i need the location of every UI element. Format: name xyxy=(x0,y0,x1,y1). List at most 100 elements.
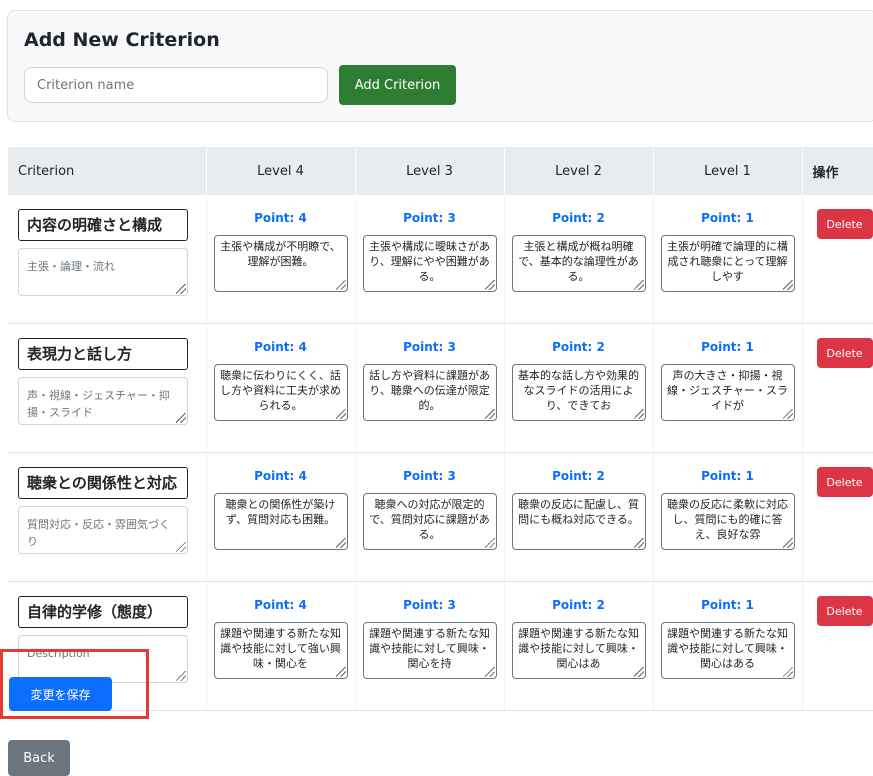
level-cell: Point: 2 主張と構成が概ね明確で、基本的な論理性がある。 xyxy=(504,195,654,324)
level-cell: Point: 3 主張や構成に曖昧さがあり、理解にやや困難がある。 xyxy=(355,195,505,324)
add-criterion-panel: Add New Criterion Add Criterion xyxy=(7,10,873,122)
level-cell: Point: 2 基本的な話し方や効果的なスライドの活用により、できてお xyxy=(504,323,654,453)
point-label: Point: 3 xyxy=(403,598,456,612)
level-cell: Point: 2 聴衆の反応に配慮し、質問にも概ね対応できる。 xyxy=(504,452,654,582)
criterion-description-text: 質問対応・反応・雰囲気づくり xyxy=(27,518,170,548)
resize-handle-icon[interactable] xyxy=(782,538,793,548)
level-description-text: 課題や関連する新たな知識や技能に対して興味・関心はある xyxy=(667,627,788,670)
header-criterion: Criterion xyxy=(8,147,207,195)
back-button[interactable]: Back xyxy=(8,740,70,776)
level-description-text: 聴衆の反応に柔軟に対応し、質問にも的確に答え、良好な雰 xyxy=(667,498,788,541)
actions-cell: Delete xyxy=(802,323,873,453)
resize-handle-icon[interactable] xyxy=(633,280,644,290)
level-cell: Point: 3 話し方や資料に課題があり、聴衆への伝達が限定的。 xyxy=(355,323,505,453)
resize-handle-icon[interactable] xyxy=(633,409,644,419)
header-level-2: Level 2 xyxy=(504,147,654,195)
criterion-name-input[interactable] xyxy=(24,67,328,103)
resize-handle-icon[interactable] xyxy=(176,671,186,681)
actions-cell: Delete xyxy=(802,581,873,711)
level-description-field[interactable]: 課題や関連する新たな知識や技能に対して興味・関心はあ xyxy=(511,622,646,679)
criterion-name-field[interactable]: 内容の明確さと構成 xyxy=(18,209,188,241)
criterion-cell: 聴衆との関係性と対応質問対応・反応・雰囲気づくり xyxy=(8,452,207,582)
resize-handle-icon[interactable] xyxy=(484,409,495,419)
resize-handle-icon[interactable] xyxy=(484,538,495,548)
level-description-field[interactable]: 課題や関連する新たな知識や技能に対して興味・関心はある xyxy=(660,622,795,679)
resize-handle-icon[interactable] xyxy=(176,413,186,423)
point-label: Point: 1 xyxy=(701,340,754,354)
level-cell: Point: 4 聴衆との関係性が築けず、質問対応も困難。 xyxy=(206,452,356,582)
point-label: Point: 1 xyxy=(701,598,754,612)
delete-button[interactable]: Delete xyxy=(816,467,873,497)
add-criterion-button[interactable]: Add Criterion xyxy=(339,65,456,105)
resize-handle-icon[interactable] xyxy=(782,409,793,419)
table-row: 表現力と話し方声・視線・ジェスチャー・抑揚・スライド Point: 4 聴衆に伝わり… xyxy=(8,323,873,453)
level-description-field[interactable]: 聴衆に伝わりにくく、話し方や資料に工夫が求められる。 xyxy=(213,364,348,421)
level-description-field[interactable]: 聴衆の反応に柔軟に対応し、質問にも的確に答え、良好な雰 xyxy=(660,493,795,550)
resize-handle-icon[interactable] xyxy=(176,542,186,552)
resize-handle-icon[interactable] xyxy=(633,538,644,548)
level-description-text: 基本的な話し方や効果的なスライドの活用により、できてお xyxy=(518,369,639,412)
point-label: Point: 2 xyxy=(552,469,605,483)
level-description-field[interactable]: 話し方や資料に課題があり、聴衆への伝達が限定的。 xyxy=(362,364,497,421)
resize-handle-icon[interactable] xyxy=(176,284,186,294)
level-cell: Point: 3 課題や関連する新たな知識や技能に対して興味・関心を持 xyxy=(355,581,505,711)
level-description-field[interactable]: 基本的な話し方や効果的なスライドの活用により、できてお xyxy=(511,364,646,421)
resize-handle-icon[interactable] xyxy=(335,280,346,290)
resize-handle-icon[interactable] xyxy=(782,667,793,677)
criterion-name-field[interactable]: 聴衆との関係性と対応 xyxy=(18,467,188,499)
level-description-field[interactable]: 主張や構成に曖昧さがあり、理解にやや困難がある。 xyxy=(362,235,497,292)
criterion-name-field[interactable]: 自律的学修（態度） xyxy=(18,596,188,628)
level-description-text: 話し方や資料に課題があり、聴衆への伝達が限定的。 xyxy=(369,369,490,412)
resize-handle-icon[interactable] xyxy=(484,280,495,290)
level-cell: Point: 1 課題や関連する新たな知識や技能に対して興味・関心はある xyxy=(653,581,803,711)
level-cell: Point: 4 主張や構成が不明瞭で、理解が困難。 xyxy=(206,195,356,324)
header-actions: 操作 xyxy=(802,147,873,195)
actions-cell: Delete xyxy=(802,452,873,582)
resize-handle-icon[interactable] xyxy=(484,667,495,677)
save-changes-button[interactable]: 変更を保存 xyxy=(9,677,112,711)
level-description-text: 声の大きさ・抑揚・視線・ジェスチャー・スライドが xyxy=(667,369,788,412)
level-description-field[interactable]: 聴衆との関係性が築けず、質問対応も困難。 xyxy=(213,493,348,550)
resize-handle-icon[interactable] xyxy=(633,667,644,677)
level-description-text: 主張や構成に曖昧さがあり、理解にやや困難がある。 xyxy=(369,240,490,283)
level-description-text: 課題や関連する新たな知識や技能に対して興味・関心はあ xyxy=(518,627,639,670)
point-label: Point: 4 xyxy=(254,340,307,354)
level-description-text: 主張と構成が概ね明確で、基本的な論理性がある。 xyxy=(518,240,639,283)
resize-handle-icon[interactable] xyxy=(335,667,346,677)
delete-button[interactable]: Delete xyxy=(816,596,873,626)
resize-handle-icon[interactable] xyxy=(335,409,346,419)
delete-button[interactable]: Delete xyxy=(816,209,873,239)
level-description-field[interactable]: 聴衆への対応が限定的で、質問対応に課題がある。 xyxy=(362,493,497,550)
delete-button[interactable]: Delete xyxy=(816,338,873,368)
criterion-description-field[interactable]: 主張・論理・流れ xyxy=(18,248,188,296)
level-description-field[interactable]: 主張と構成が概ね明確で、基本的な論理性がある。 xyxy=(511,235,646,292)
point-label: Point: 4 xyxy=(254,469,307,483)
level-description-field[interactable]: 声の大きさ・抑揚・視線・ジェスチャー・スライドが xyxy=(660,364,795,421)
table-row: 内容の明確さと構成主張・論理・流れ Point: 4 主張や構成が不明瞭で、理解が困… xyxy=(8,195,873,324)
resize-handle-icon[interactable] xyxy=(782,280,793,290)
level-description-field[interactable]: 聴衆の反応に配慮し、質問にも概ね対応できる。 xyxy=(511,493,646,550)
level-description-field[interactable]: 主張が明確で論理的に構成され聴衆にとって理解しやす xyxy=(660,235,795,292)
criterion-description-text: 主張・論理・流れ xyxy=(27,260,115,273)
point-label: Point: 2 xyxy=(552,598,605,612)
level-cell: Point: 2 課題や関連する新たな知識や技能に対して興味・関心はあ xyxy=(504,581,654,711)
criterion-cell: 表現力と話し方声・視線・ジェスチャー・抑揚・スライド xyxy=(8,323,207,453)
header-level-1: Level 1 xyxy=(653,147,803,195)
level-cell: Point: 4 聴衆に伝わりにくく、話し方や資料に工夫が求められる。 xyxy=(206,323,356,453)
level-description-field[interactable]: 課題や関連する新たな知識や技能に対して興味・関心を持 xyxy=(362,622,497,679)
point-label: Point: 2 xyxy=(552,340,605,354)
criterion-name-field[interactable]: 表現力と話し方 xyxy=(18,338,188,370)
level-description-text: 課題や関連する新たな知識や技能に対して興味・関心を持 xyxy=(369,627,490,670)
level-cell: Point: 1 主張が明確で論理的に構成され聴衆にとって理解しやす xyxy=(653,195,803,324)
header-level-4: Level 4 xyxy=(206,147,356,195)
table-header-row: Criterion Level 4 Level 3 Level 2 Level … xyxy=(8,147,873,195)
criterion-description-field[interactable]: 声・視線・ジェスチャー・抑揚・スライド xyxy=(18,377,188,425)
point-label: Point: 3 xyxy=(403,211,456,225)
point-label: Point: 3 xyxy=(403,340,456,354)
level-description-text: 主張や構成が不明瞭で、理解が困難。 xyxy=(220,240,341,268)
level-cell: Point: 1 聴衆の反応に柔軟に対応し、質問にも的確に答え、良好な雰 xyxy=(653,452,803,582)
resize-handle-icon[interactable] xyxy=(335,538,346,548)
level-description-field[interactable]: 主張や構成が不明瞭で、理解が困難。 xyxy=(213,235,348,292)
criterion-description-field[interactable]: 質問対応・反応・雰囲気づくり xyxy=(18,506,188,554)
level-description-field[interactable]: 課題や関連する新たな知識や技能に対して強い興味・関心を xyxy=(213,622,348,679)
